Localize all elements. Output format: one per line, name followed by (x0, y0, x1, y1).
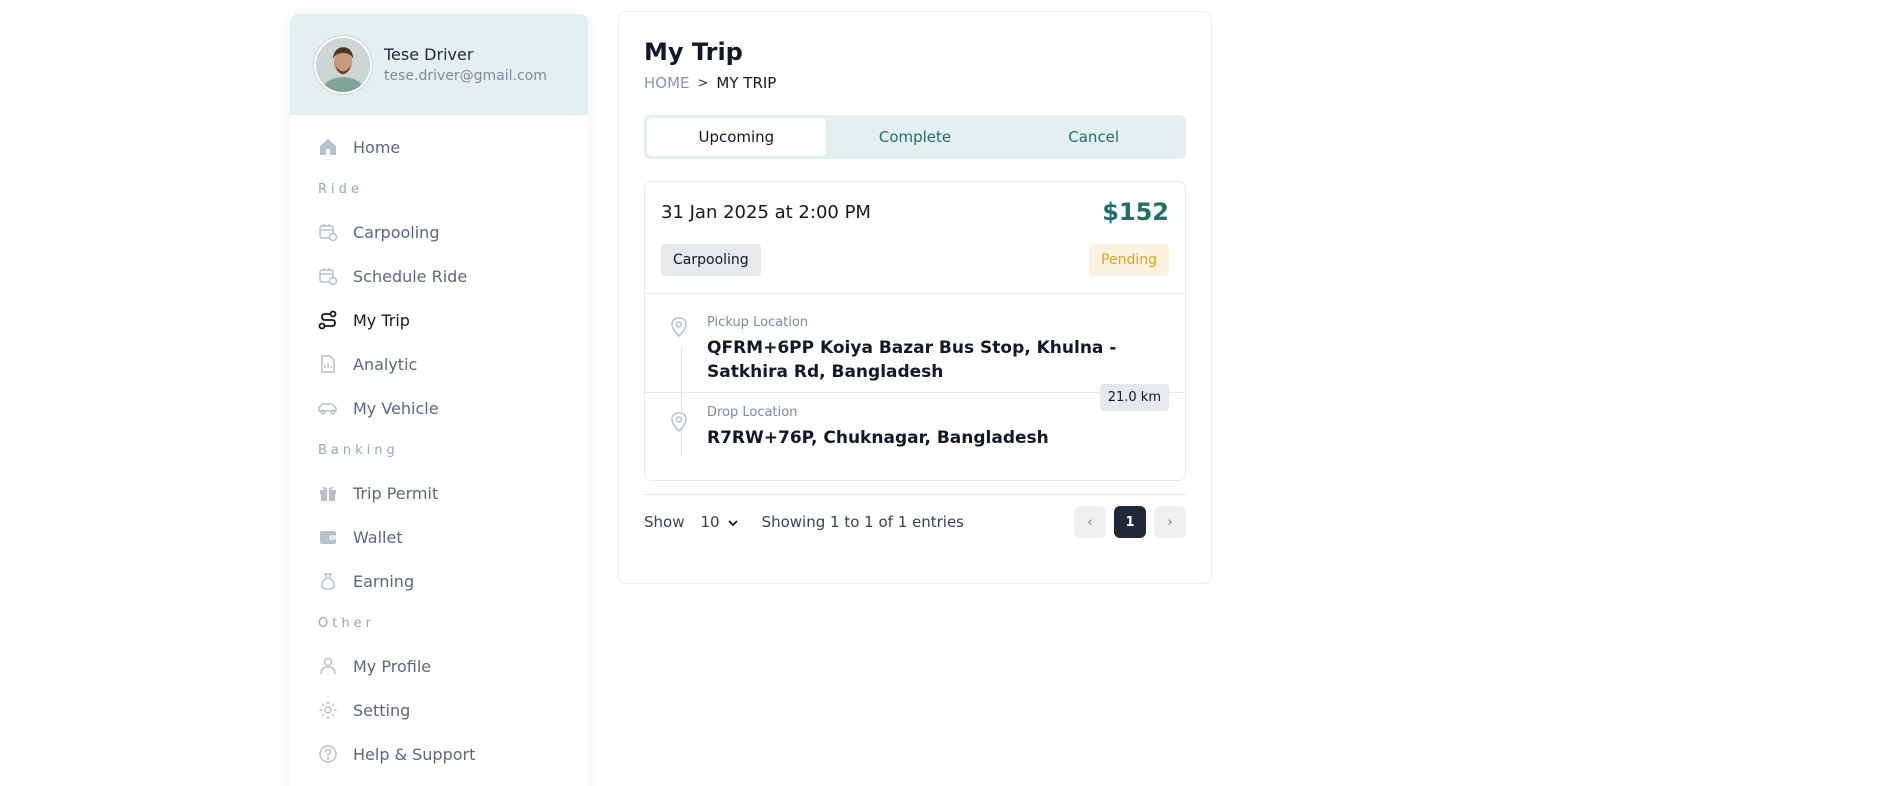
route-icon (317, 309, 339, 331)
sidebar-item-my-trip[interactable]: My Trip (290, 298, 588, 342)
sidebar-item-label: Schedule Ride (353, 266, 468, 286)
wallet-icon (317, 526, 339, 548)
sidebar-item-earning[interactable]: Earning (290, 559, 588, 603)
sidebar-item-label: Carpooling (353, 222, 440, 242)
sidebar-item-label: Wallet (353, 527, 403, 547)
sidebar-item-label: Trip Permit (353, 483, 439, 503)
sidebar-item-trip-permit[interactable]: Trip Permit (290, 471, 588, 515)
prev-page-button[interactable]: ‹ (1074, 506, 1106, 538)
home-icon (317, 136, 339, 158)
location-pin-icon (669, 316, 689, 338)
sidebar-item-my-vehicle[interactable]: My Vehicle (290, 386, 588, 430)
trip-price: $152 (1102, 198, 1169, 226)
help-circle-icon (317, 743, 339, 765)
calendar-clock-icon (317, 265, 339, 287)
gift-icon (317, 482, 339, 504)
user-icon (317, 655, 339, 677)
trip-tabs: Upcoming Complete Cancel (644, 115, 1186, 159)
show-label: Show (644, 513, 685, 531)
entries-info: Showing 1 to 1 of 1 entries (761, 513, 964, 531)
page-title: My Trip (644, 38, 743, 66)
gear-icon (317, 699, 339, 721)
drop-address: R7RW+76P, Chuknagar, Bangladesh (707, 428, 1049, 448)
sidebar-item-carpooling[interactable]: Carpooling (290, 210, 588, 254)
page-size-value: 10 (700, 513, 720, 531)
section-label-banking: Banking (318, 443, 399, 458)
trip-datetime: 31 Jan 2025 at 2:00 PM (661, 201, 871, 223)
sidebar-item-label: Home (353, 137, 401, 157)
status-badge: Pending (1089, 244, 1169, 276)
tab-cancel[interactable]: Cancel (1004, 118, 1183, 156)
sidebar: Tese Driver tese.driver@gmail.com Home R… (290, 14, 588, 786)
profile-header: Tese Driver tese.driver@gmail.com (290, 14, 588, 115)
table-footer: Show 10 Showing 1 to 1 of 1 entries ‹ 1 … (644, 506, 1186, 538)
divider (644, 494, 1186, 495)
pickup-location: Pickup Location QFRM+6PP Koiya Bazar Bus… (645, 294, 1185, 393)
sidebar-item-label: My Trip (353, 310, 410, 330)
sidebar-item-label: Earning (353, 571, 415, 591)
sidebar-item-help-support[interactable]: Help & Support (290, 732, 588, 776)
calendar-clock-icon (317, 221, 339, 243)
sidebar-item-label: Setting (353, 700, 411, 720)
sidebar-item-setting[interactable]: Setting (290, 688, 588, 732)
section-label-ride: Ride (318, 182, 363, 197)
section-label-other: Other (318, 616, 375, 631)
avatar-image (316, 37, 370, 92)
pagination: ‹ 1 › (1074, 506, 1186, 538)
profile-name: Tese Driver (384, 45, 474, 64)
sidebar-item-wallet[interactable]: Wallet (290, 515, 588, 559)
page-size-select[interactable]: 10 (700, 513, 738, 531)
location-pin-icon (669, 411, 689, 433)
sidebar-item-label: Analytic (353, 354, 418, 374)
sidebar-menu: Home Ride Carpooling Schedule Ride My Tr… (290, 115, 588, 776)
profile-email: tese.driver@gmail.com (384, 68, 547, 84)
document-chart-icon (317, 353, 339, 375)
sidebar-item-label: My Vehicle (353, 398, 439, 418)
car-icon (317, 397, 339, 419)
trip-card[interactable]: 31 Jan 2025 at 2:00 PM $152 Carpooling P… (644, 181, 1186, 481)
breadcrumb-separator-icon: > (697, 75, 709, 91)
breadcrumb: HOME > MY TRIP (644, 74, 1186, 92)
page-button-current[interactable]: 1 (1114, 506, 1146, 538)
distance-badge: 21.0 km (1099, 384, 1169, 411)
avatar[interactable] (314, 35, 372, 94)
pickup-label: Pickup Location (707, 315, 809, 330)
main-panel: My Trip HOME > MY TRIP Upcoming Complete… (618, 11, 1212, 584)
pickup-address: QFRM+6PP Koiya Bazar Bus Stop, Khulna - … (707, 338, 1117, 382)
tab-complete[interactable]: Complete (826, 118, 1005, 156)
sidebar-item-my-profile[interactable]: My Profile (290, 644, 588, 688)
breadcrumb-current: MY TRIP (716, 74, 777, 92)
tab-upcoming[interactable]: Upcoming (647, 118, 826, 156)
breadcrumb-home[interactable]: HOME (644, 74, 690, 92)
sidebar-item-schedule-ride[interactable]: Schedule Ride (290, 254, 588, 298)
sidebar-item-home[interactable]: Home (290, 125, 588, 169)
sidebar-item-label: Help & Support (353, 744, 476, 764)
trip-type-badge: Carpooling (661, 244, 761, 276)
sidebar-item-label: My Profile (353, 656, 432, 676)
money-bag-icon (317, 570, 339, 592)
next-page-button[interactable]: › (1154, 506, 1186, 538)
chevron-down-icon (727, 513, 738, 531)
sidebar-item-analytic[interactable]: Analytic (290, 342, 588, 386)
